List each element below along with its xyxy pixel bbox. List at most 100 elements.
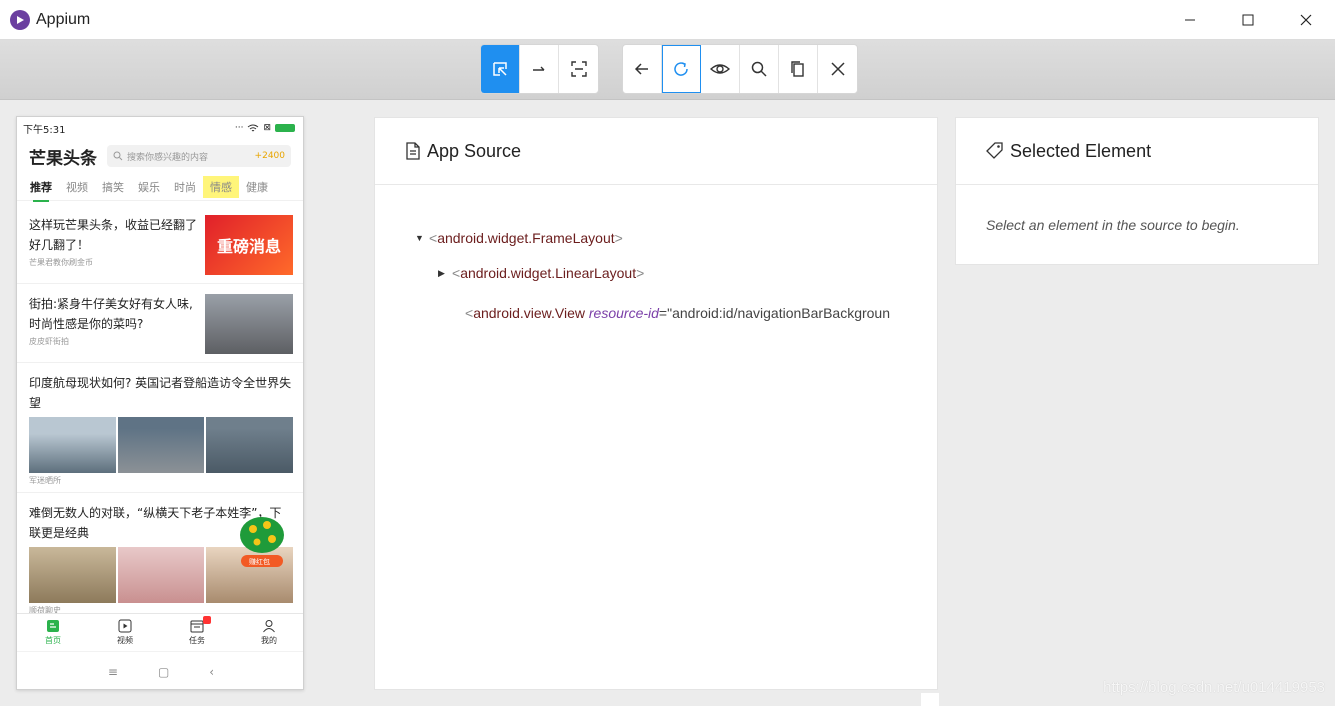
window-controls [1161,0,1335,40]
tab-entertainment[interactable]: 娱乐 [131,176,167,198]
app-source-header: App Source [375,118,937,185]
actions-group [622,44,858,94]
search-placeholder: 搜索你感兴趣的内容 [127,152,209,163]
tree-node-child[interactable]: <android.view.View resource-id = "androi… [452,305,890,321]
notification-dot [203,616,211,624]
search-elements-button[interactable] [740,45,779,93]
interaction-mode-group [480,44,599,94]
nav-label: 首页 [45,636,61,645]
back-button[interactable] [623,45,662,93]
news-app-header: 芒果头条 搜索你感兴趣的内容 +2400 [17,139,303,173]
sim-icon: ⊠ [263,123,271,133]
nav-label: 视频 [117,636,133,645]
minimize-button[interactable] [1161,0,1219,40]
tree-node-root[interactable]: ▼ <android.widget.FrameLayout> [415,230,623,246]
nav-label: 我的 [261,636,277,645]
tap-coordinates-button[interactable] [559,45,598,93]
battery-icon [275,124,295,132]
red-packet-badge[interactable]: 赚红包 [237,515,287,573]
news-image [117,547,205,603]
tab-health[interactable]: 健康 [239,176,275,198]
inspector-toolbar [0,40,1335,100]
play-icon [118,619,132,633]
close-window-button[interactable] [1277,0,1335,40]
maximize-icon [1242,14,1254,26]
tag-icon [986,142,1004,160]
thumbnail-text: 重磅消息 [216,237,281,256]
back-chevron-icon[interactable]: ‹ [209,665,214,679]
nav-label: 任务 [189,636,205,645]
refresh-icon [674,62,688,76]
tree-node-child[interactable]: ▶ <android.widget.LinearLayout> [438,265,644,281]
tab-fashion[interactable]: 时尚 [167,176,203,198]
news-title: 这样玩芒果头条，收益已经翻了好几翻了！ [29,218,198,252]
news-source: 军迷晒所 [29,476,61,485]
close-icon [1300,14,1312,26]
scan-frame-icon [570,61,587,77]
home-icon [47,620,59,632]
app-source-title: App Source [427,140,522,161]
selected-element-title: Selected Element [1010,140,1152,161]
maximize-button[interactable] [1219,0,1277,40]
select-cursor-icon [493,62,507,76]
menu-icon[interactable]: ≡ [108,665,118,679]
news-item[interactable]: 街拍:紧身牛仔美女好有女人味,时尚性感是你的菜吗? 皮皮虾街拍 [17,284,303,363]
home-square-icon[interactable]: ▢ [158,665,169,679]
status-time: 下午5:31 [23,124,66,136]
arrow-left-icon [634,63,648,75]
source-tree: ▼ <android.widget.FrameLayout> ▶ <androi… [375,185,921,689]
news-source: 顺荷聊史 [29,606,61,613]
caret-right-icon[interactable]: ▶ [438,268,452,279]
show-hide-button[interactable] [701,45,740,93]
search-icon [751,61,767,77]
search-icon [113,151,123,161]
status-icons: ··· ⊠ [235,123,295,133]
nav-video[interactable]: 视频 [89,614,161,651]
select-element-button[interactable] [481,45,520,93]
news-image [29,417,116,473]
badge-label: 赚红包 [249,558,270,566]
swipe-arrow-icon [533,66,545,71]
tab-emotion[interactable]: 情感 [203,175,239,198]
coin-count: +2400 [254,151,285,161]
tab-video[interactable]: 视频 [59,176,95,198]
news-image [117,417,205,473]
news-thumbnail [205,294,293,354]
news-item[interactable]: 这样玩芒果头条，收益已经翻了好几翻了！ 芒果君教你刷金币 重磅消息 [17,205,303,284]
copy-icon [791,61,804,77]
tree-node-tag: <android.widget.FrameLayout> [429,230,623,246]
minimize-icon [1185,19,1195,21]
tab-funny[interactable]: 搞笑 [95,176,131,198]
copy-xml-button[interactable] [779,45,818,93]
news-title: 街拍:紧身牛仔美女好有女人味,时尚性感是你的菜吗? [29,297,193,331]
caret-down-icon[interactable]: ▼ [415,233,429,243]
category-tabs: 推荐 视频 搞笑 娱乐 时尚 情感 健康 [17,173,303,202]
tree-node-attr-eq: = [658,305,668,321]
news-item[interactable]: 印度航母现状如何? 英国记者登船造访令全世界失望 军迷晒所 [17,363,303,493]
wifi-icon [248,124,259,131]
device-screenshot[interactable]: 下午5:31 ··· ⊠ 芒果头条 搜索你感兴趣的内容 +2400 推荐 视频 … [16,116,304,690]
nav-tasks[interactable]: 任务 [161,614,233,651]
window-title: Appium [36,10,91,28]
appium-logo-icon [10,9,30,30]
news-search-input[interactable]: 搜索你感兴趣的内容 +2400 [107,145,291,167]
user-icon [263,620,275,633]
news-image [206,417,294,473]
swipe-mode-button[interactable] [520,45,559,93]
nav-home[interactable]: 首页 [17,614,89,651]
quit-session-button[interactable] [818,45,857,93]
watermark: https://blog.csdn.net/u014419953 [1103,679,1325,696]
tab-recommend[interactable]: 推荐 [23,176,59,202]
android-system-nav: ≡ ▢ ‹ [17,651,303,689]
selected-element-hint: Select an element in the source to begin… [986,217,1240,233]
news-title: 印度航母现状如何? 英国记者登船造访令全世界失望 [29,376,292,410]
tree-node-tag: <android.view.View [465,305,585,321]
bottom-navigation: 首页 视频 任务 我的 [17,613,303,651]
nav-profile[interactable]: 我的 [233,614,303,651]
refresh-source-button[interactable] [662,45,701,93]
file-icon [405,142,421,160]
selected-element-header: Selected Element [956,118,1318,185]
tree-node-attr-value: "android:id/navigationBarBackgroun [667,305,891,321]
scrollbar-corner [921,693,939,706]
app-brand: 芒果头条 [29,148,97,169]
